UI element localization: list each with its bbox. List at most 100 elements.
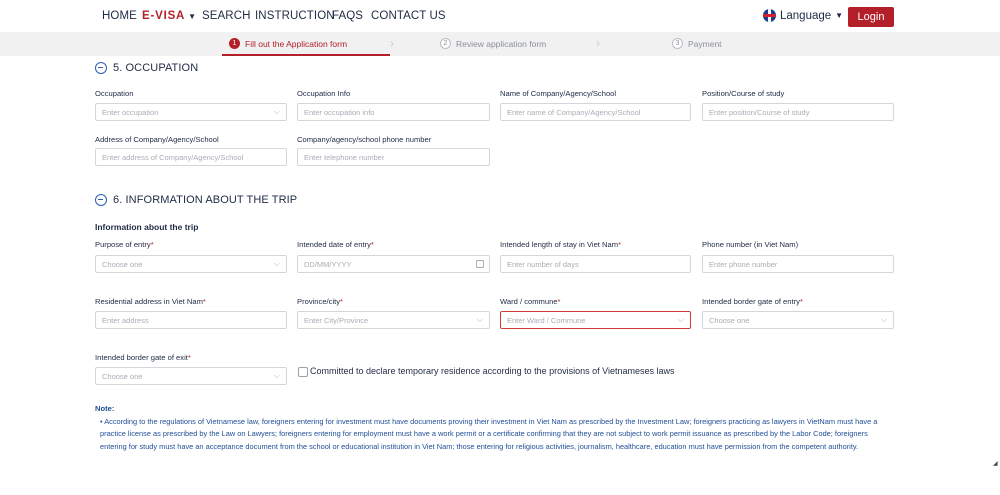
collapse-icon[interactable] [95, 194, 107, 206]
required-marker: * [799, 297, 803, 306]
placeholder: Enter occupation info [304, 107, 375, 117]
company-name-input[interactable]: Enter name of Company/Agency/School [500, 103, 691, 121]
entry-date-label: Intended date of entry* [297, 240, 374, 249]
company-address-label: Address of Company/Agency/School [95, 135, 219, 144]
step-label: Fill out the Application form [245, 38, 348, 49]
step-number: 2 [440, 38, 451, 49]
placeholder: Enter number of days [507, 259, 579, 269]
label-text: Intended border gate of entry [702, 297, 800, 306]
company-address-input[interactable]: Enter address of Company/Agency/School [95, 148, 287, 166]
label-text: Phone number (in Viet Nam) [702, 240, 799, 249]
note-text: • According to the regulations of Vietna… [100, 417, 878, 451]
nav-instruction[interactable]: INSTRUCTION [255, 10, 335, 22]
exit-border-gate-select[interactable]: Choose one ⌵ [95, 367, 287, 385]
ward-label: Ward / commune* [500, 297, 561, 306]
placeholder: DD/MM/YYYY [304, 259, 352, 269]
placeholder: Enter occupation [102, 107, 159, 117]
purpose-of-entry-select[interactable]: Choose one ⌵ [95, 255, 287, 273]
placeholder: Enter address [102, 315, 149, 325]
vn-phone-label: Phone number (in Viet Nam) [702, 240, 798, 249]
chevron-down-icon: ⌵ [273, 107, 280, 116]
language-selector[interactable]: Language ▼ [763, 9, 843, 22]
residential-address-input[interactable]: Enter address [95, 311, 287, 329]
nav-search[interactable]: SEARCH [202, 10, 251, 22]
placeholder: Choose one [709, 315, 750, 325]
chevron-down-icon: ⌵ [273, 371, 280, 380]
chevron-right-icon: › [596, 36, 600, 50]
length-of-stay-input[interactable]: Enter number of days [500, 255, 691, 273]
trip-subtitle: Information about the trip [95, 222, 199, 232]
label-text: Intended border gate of exit [95, 353, 188, 362]
purpose-of-entry-label: Purpose of entry* [95, 240, 154, 249]
chevron-right-icon: › [390, 36, 394, 50]
entry-border-gate-select[interactable]: Choose one ⌵ [702, 311, 894, 329]
occupation-info-input[interactable]: Enter occupation info [297, 103, 490, 121]
step-label: Payment [688, 38, 722, 49]
required-marker: * [202, 297, 206, 306]
step-review-form[interactable]: 2 Review application form [440, 38, 546, 49]
chevron-down-icon: ⌵ [880, 315, 887, 324]
language-label: Language [780, 9, 832, 22]
length-of-stay-label: Intended length of stay in Viet Nam* [500, 240, 621, 249]
caret-down-icon: ▼ [188, 12, 197, 21]
chevron-down-icon: ⌵ [677, 315, 684, 324]
required-marker: * [618, 240, 622, 249]
placeholder: Enter name of Company/Agency/School [507, 107, 641, 117]
commit-residence-label[interactable]: Committed to declare temporary residence… [310, 365, 690, 378]
section-title: 6. INFORMATION ABOUT THE TRIP [113, 194, 298, 206]
position-label: Position/Course of study [702, 89, 785, 98]
required-marker: * [340, 297, 344, 306]
uk-flag-icon [763, 9, 776, 22]
scroll-indicator: ◢ [993, 461, 998, 467]
step-number: 1 [229, 38, 240, 49]
position-input[interactable]: Enter position/Course of study [702, 103, 894, 121]
placeholder: Choose one [102, 259, 143, 269]
chevron-down-icon: ⌵ [476, 315, 483, 324]
required-marker: * [370, 240, 374, 249]
nav-contact-us[interactable]: CONTACT US [371, 10, 446, 22]
trip-section-header[interactable]: 6. INFORMATION ABOUT THE TRIP [95, 194, 297, 206]
placeholder: Enter address of Company/Agency/School [102, 152, 244, 162]
note-title: Note: [95, 404, 115, 413]
placeholder: Choose one [102, 371, 143, 381]
occupation-info-label: Occupation Info [297, 89, 351, 98]
residential-address-label: Residential address in Viet Nam* [95, 297, 206, 306]
occupation-section-header[interactable]: 5. OCCUPATION [95, 62, 198, 74]
placeholder: Enter position/Course of study [709, 107, 810, 117]
active-step-indicator [222, 54, 390, 56]
exit-border-gate-label: Intended border gate of exit* [95, 353, 191, 362]
nav-home[interactable]: HOME [102, 10, 137, 22]
label-text: Intended date of entry [297, 240, 371, 249]
nav-faqs[interactable]: FAQS [332, 10, 363, 22]
step-payment[interactable]: 3 Payment [672, 38, 722, 49]
vn-phone-input[interactable]: Enter phone number [702, 255, 894, 273]
placeholder: Enter City/Province [304, 315, 369, 325]
top-navigation: HOME E-VISA ▼ SEARCH INSTRUCTION FAQS CON… [0, 0, 1000, 32]
nav-evisa-label: E-VISA [142, 10, 186, 22]
nav-evisa[interactable]: E-VISA ▼ [142, 10, 197, 22]
company-phone-input[interactable]: Enter telephone number [297, 148, 490, 166]
province-label: Province/city* [297, 297, 343, 306]
calendar-icon[interactable] [476, 260, 484, 268]
label-text: Intended length of stay in Viet Nam [500, 240, 619, 249]
caret-down-icon: ▼ [835, 11, 844, 20]
ward-select[interactable]: Enter Ward / Commune ⌵ [500, 311, 691, 329]
collapse-icon[interactable] [95, 62, 107, 74]
placeholder: Enter telephone number [304, 152, 385, 162]
entry-border-gate-label: Intended border gate of entry* [702, 297, 803, 306]
occupation-select[interactable]: Enter occupation ⌵ [95, 103, 287, 121]
occupation-label: Occupation [95, 89, 134, 98]
step-number: 3 [672, 38, 683, 49]
commit-residence-checkbox[interactable] [298, 367, 308, 377]
required-marker: * [557, 297, 561, 306]
company-name-label: Name of Company/Agency/School [500, 89, 617, 98]
entry-date-input[interactable]: DD/MM/YYYY [297, 255, 490, 273]
label-text: Purpose of entry [95, 240, 151, 249]
step-label: Review application form [456, 38, 547, 49]
province-select[interactable]: Enter City/Province ⌵ [297, 311, 490, 329]
step-fill-form[interactable]: 1 Fill out the Application form [229, 38, 347, 49]
required-marker: * [150, 240, 154, 249]
login-button[interactable]: Login [848, 7, 894, 27]
placeholder: Enter Ward / Commune [507, 315, 586, 325]
placeholder: Enter phone number [709, 259, 778, 269]
